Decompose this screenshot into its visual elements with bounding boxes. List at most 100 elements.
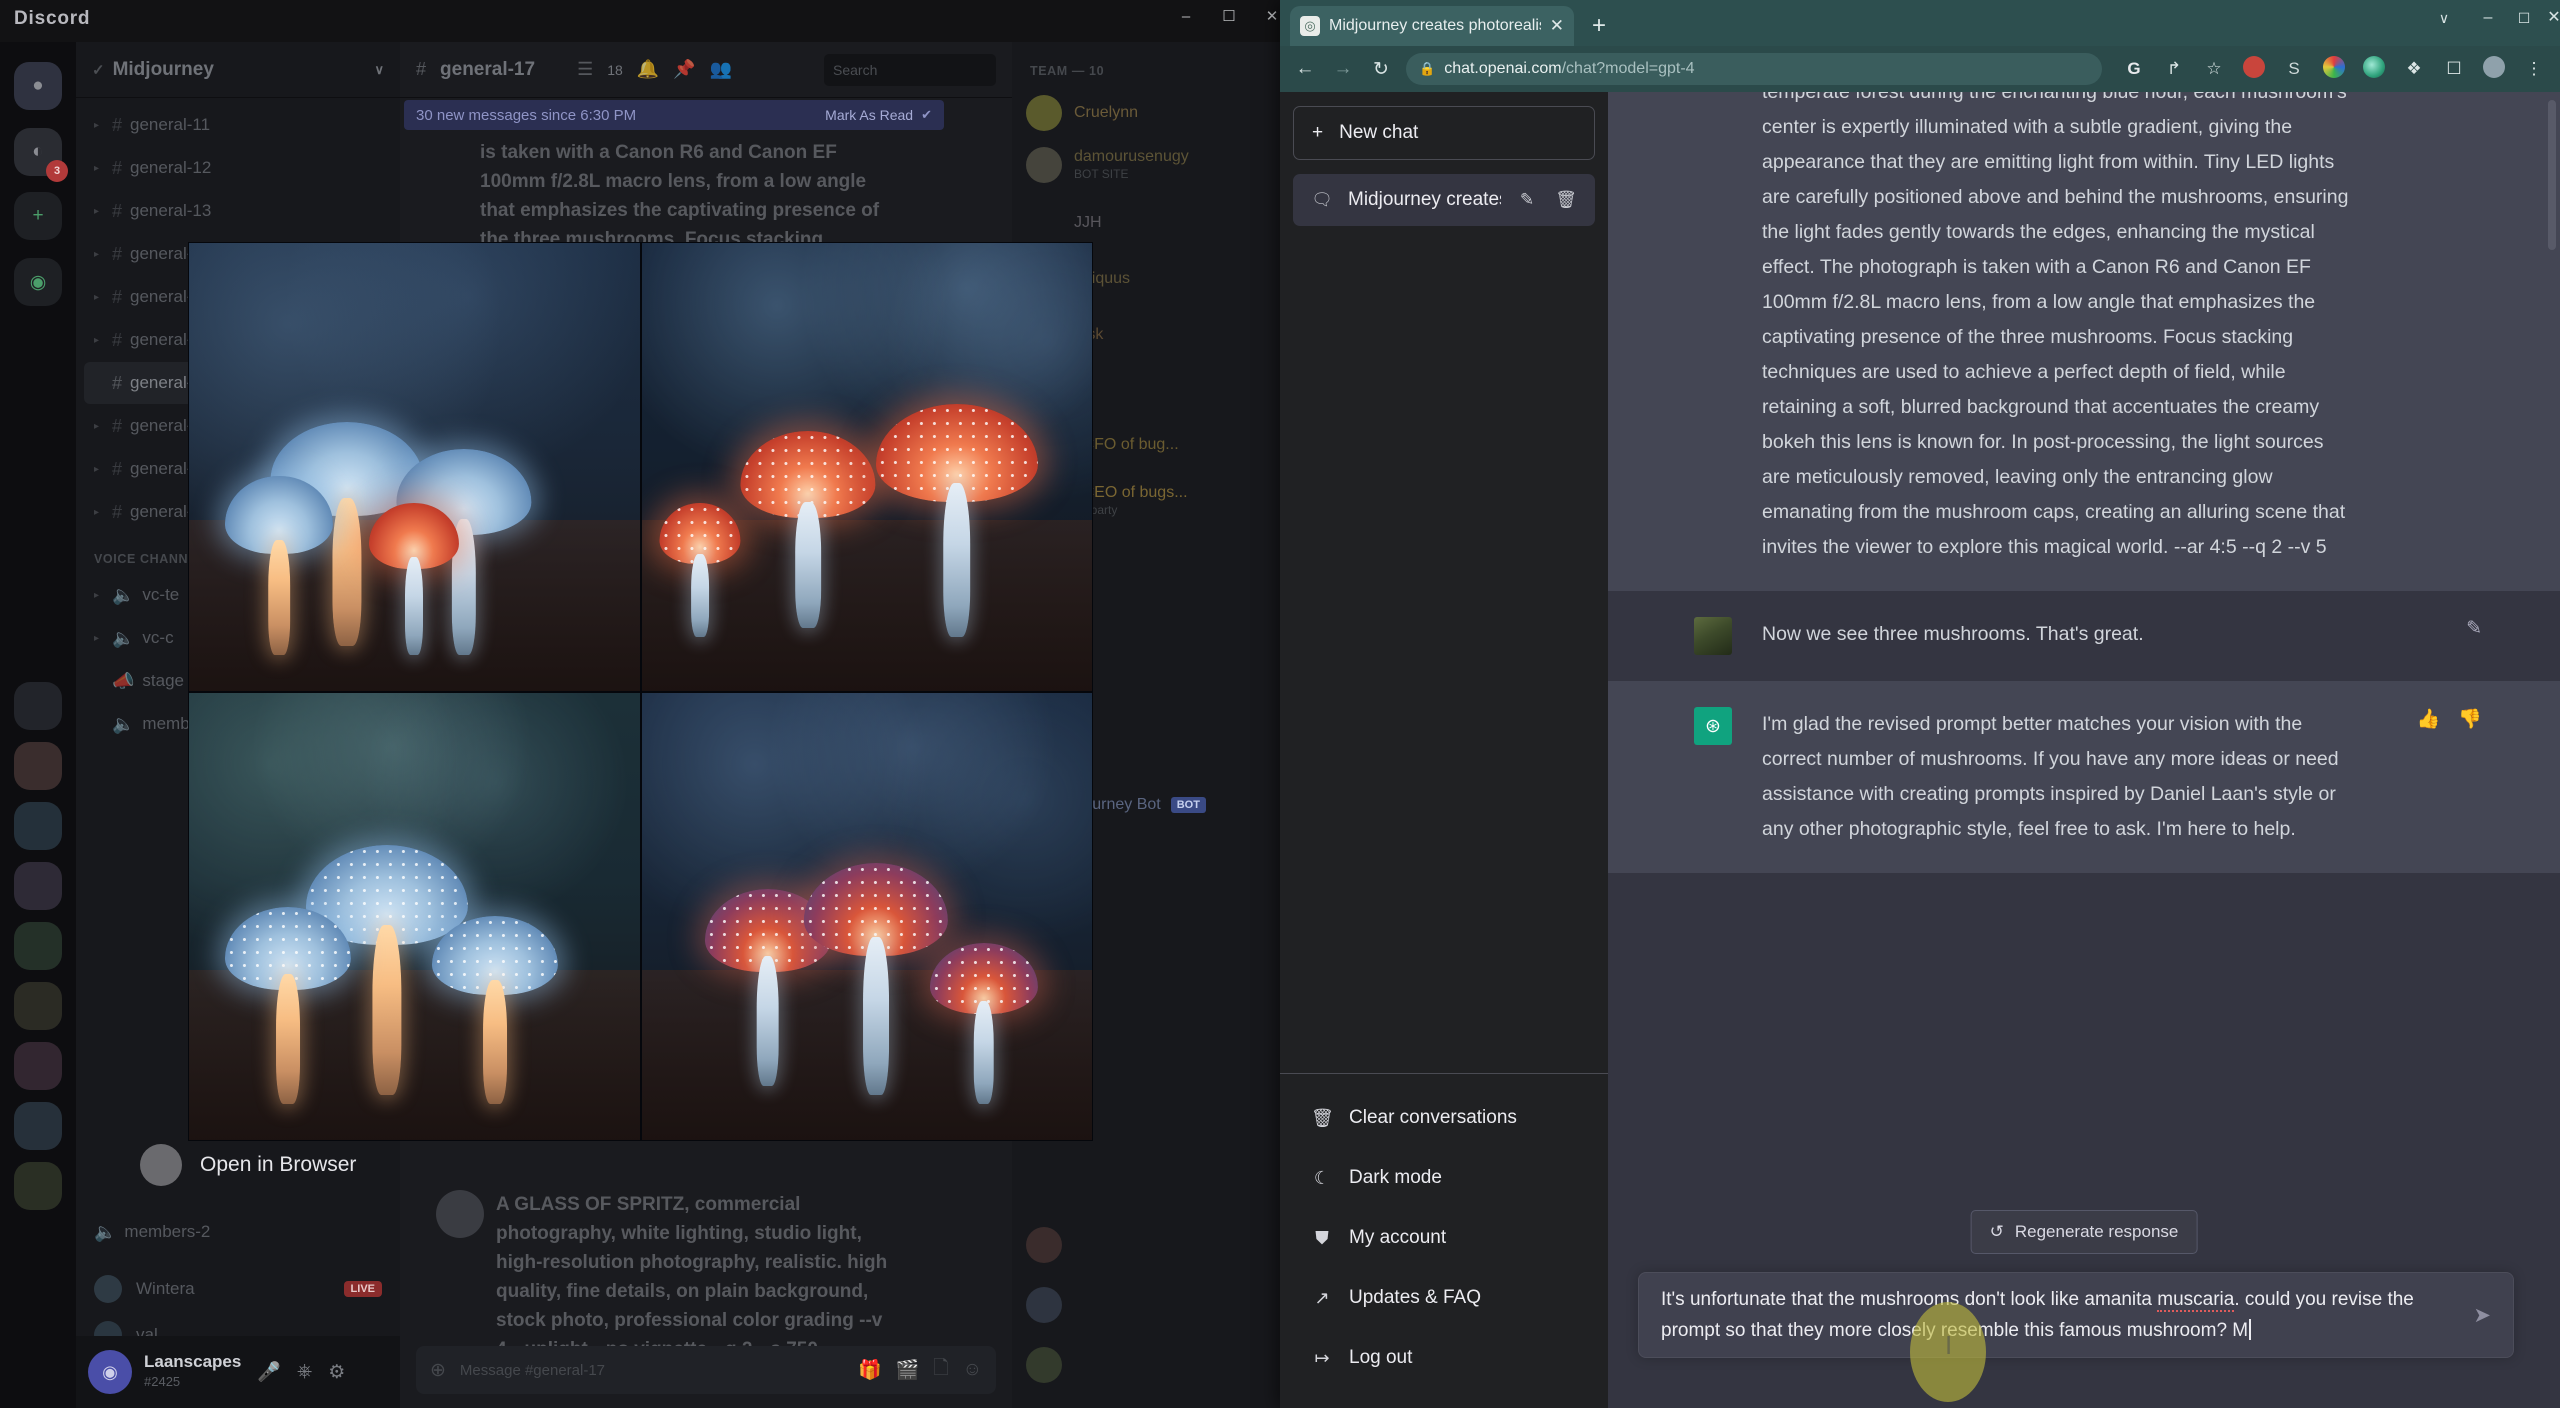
- add-server-button[interactable]: +: [14, 192, 62, 240]
- edit-icon[interactable]: ✎: [1514, 190, 1540, 210]
- channel-general-12[interactable]: ▸ # general-12: [84, 147, 392, 189]
- server-icon-extra-7[interactable]: [14, 1042, 62, 1090]
- server-icon-extra-4[interactable]: [14, 862, 62, 910]
- chevron-right-icon: ▸: [94, 205, 100, 217]
- forward-button[interactable]: →: [1330, 58, 1356, 80]
- midjourney-image-2[interactable]: [641, 243, 1092, 691]
- sidebar-item-my-account[interactable]: ⛊ My account: [1293, 1208, 1595, 1268]
- server-icon-extra-3[interactable]: [14, 802, 62, 850]
- server-icon-extra-1[interactable]: [14, 682, 62, 730]
- browser-tab[interactable]: ◎ Midjourney creates photorealistic ✕: [1290, 6, 1574, 46]
- plus-circle-icon[interactable]: ⊕: [430, 1359, 446, 1382]
- chevron-down-icon[interactable]: ∨: [2422, 4, 2466, 32]
- mark-as-read-button[interactable]: Mark As Read: [825, 107, 913, 123]
- discord-minimize-button[interactable]: –: [1166, 4, 1206, 30]
- member-row[interactable]: Cruelynn: [1026, 90, 1266, 136]
- members-icon[interactable]: 👥: [710, 59, 732, 80]
- channel-label: vc-te: [142, 585, 180, 604]
- new-messages-bar[interactable]: 30 new messages since 6:30 PM Mark As Re…: [404, 100, 944, 130]
- discord-close-button[interactable]: ✕: [1252, 4, 1280, 30]
- sidebar-item-updates-faq[interactable]: ↗ Updates & FAQ: [1293, 1268, 1595, 1328]
- member-row[interactable]: [1026, 1222, 1266, 1268]
- browser-close-button[interactable]: ✕: [2532, 4, 2560, 32]
- sidebar-item-clear-conversations[interactable]: 🗑 Clear conversations: [1293, 1088, 1595, 1148]
- discord-server-header[interactable]: ✓ Midjourney ∨: [76, 42, 400, 98]
- adblock-extension-icon[interactable]: [2240, 55, 2268, 83]
- reload-button[interactable]: ↻: [1368, 58, 1394, 81]
- emoji-icon[interactable]: ☺: [963, 1359, 982, 1381]
- channel-general-13[interactable]: ▸ # general-13: [84, 190, 392, 232]
- sidebar-item-dark-mode[interactable]: ☾ Dark mode: [1293, 1148, 1595, 1208]
- server-icon-extra-8[interactable]: [14, 1102, 62, 1150]
- server-icon-extra-5[interactable]: [14, 922, 62, 970]
- chevron-down-icon[interactable]: ∨: [374, 62, 384, 78]
- page-scrollbar[interactable]: [2548, 100, 2556, 250]
- avatar: [140, 1144, 182, 1186]
- threads-icon[interactable]: ☰: [577, 59, 593, 80]
- gif-icon[interactable]: 🎬: [896, 1358, 920, 1382]
- channel-general-11[interactable]: ▸ # general-11: [84, 104, 392, 146]
- microphone-icon[interactable]: 🎤: [257, 1360, 281, 1384]
- midjourney-image-3[interactable]: [189, 692, 640, 1140]
- headset-icon[interactable]: ⎈: [297, 1361, 312, 1383]
- message-user-1: Now we see three mushrooms. That's great…: [1608, 591, 2560, 681]
- explore-servers-button[interactable]: ◉: [14, 258, 62, 306]
- member-status: BOT SITE: [1074, 166, 1129, 181]
- avatar[interactable]: ◉: [88, 1350, 132, 1394]
- server-icon-extra-6[interactable]: [14, 982, 62, 1030]
- discord-composer[interactable]: ⊕ Message #general-17 🎁 🎬 🗋 ☺: [416, 1346, 996, 1394]
- server-icon-extra-2[interactable]: [14, 742, 62, 790]
- avatar[interactable]: [436, 1190, 484, 1238]
- send-button[interactable]: ➤: [2473, 1303, 2491, 1328]
- conversation-item-midjourney[interactable]: 🗨 Midjourney creates pho ✎ 🗑: [1293, 174, 1595, 226]
- color-picker-extension-icon[interactable]: [2320, 55, 2348, 83]
- close-icon[interactable]: ✕: [1550, 16, 1564, 36]
- server-icon-home[interactable]: ●: [14, 62, 62, 110]
- channel-label: general-12: [130, 158, 212, 177]
- back-button[interactable]: ←: [1292, 58, 1318, 80]
- live-badge: LIVE: [343, 1281, 382, 1297]
- chrome-menu-icon[interactable]: ⋮: [2520, 59, 2548, 79]
- server-icon-extra-9[interactable]: [14, 1162, 62, 1210]
- discord-search-input[interactable]: Search: [824, 53, 996, 86]
- sidebar-item-log-out[interactable]: ↦ Log out: [1293, 1328, 1595, 1388]
- midjourney-result-grid[interactable]: [189, 243, 1092, 1140]
- thumbs-up-icon[interactable]: 👍: [2417, 707, 2441, 847]
- midjourney-image-4[interactable]: [641, 692, 1092, 1140]
- grammar-extension-icon[interactable]: [2360, 55, 2388, 83]
- bell-icon[interactable]: 🔔: [637, 59, 659, 80]
- chatgpt-input-container[interactable]: It's unfortunate that the mushrooms don'…: [1638, 1272, 2514, 1358]
- input-text-part1: It's unfortunate that the mushrooms don'…: [1661, 1289, 2158, 1310]
- address-bar[interactable]: 🔒 chat.openai.com/chat?model=gpt-4: [1406, 53, 2102, 85]
- thumbs-down-icon[interactable]: 👎: [2458, 707, 2482, 847]
- speaker-icon: 🔈: [112, 584, 135, 605]
- message-text: I'm glad the revised prompt better match…: [1762, 713, 2339, 840]
- sticker-icon[interactable]: 🗋: [933, 1354, 948, 1386]
- new-chat-button[interactable]: + New chat: [1293, 106, 1595, 160]
- open-in-browser-row[interactable]: Open in Browser: [140, 1144, 356, 1186]
- discord-maximize-button[interactable]: ☐: [1209, 4, 1249, 30]
- member-row[interactable]: [1026, 1342, 1266, 1388]
- member-row[interactable]: [1026, 1282, 1266, 1328]
- midjourney-image-1[interactable]: [189, 243, 640, 691]
- regenerate-response-button[interactable]: ↺ Regenerate response: [1970, 1210, 2198, 1254]
- open-in-browser-label[interactable]: Open in Browser: [200, 1153, 356, 1177]
- member-row[interactable]: JJH: [1026, 200, 1266, 246]
- chatgpt-message-input[interactable]: It's unfortunate that the mushrooms don'…: [1661, 1284, 2459, 1346]
- sidepanel-icon[interactable]: ☐: [2440, 59, 2468, 79]
- voice-member-wintera[interactable]: Wintera LIVE: [84, 1268, 392, 1310]
- new-tab-button[interactable]: +: [1592, 12, 1606, 40]
- gift-icon[interactable]: 🎁: [858, 1358, 882, 1382]
- s-extension-icon[interactable]: S: [2280, 59, 2308, 79]
- google-lens-icon[interactable]: G: [2120, 59, 2148, 79]
- member-row[interactable]: damourusenugy BOT SITE: [1026, 142, 1266, 188]
- trash-icon[interactable]: 🗑: [1553, 190, 1579, 210]
- gear-icon[interactable]: ⚙: [328, 1361, 345, 1384]
- share-icon[interactable]: ↱: [2160, 59, 2188, 79]
- edit-message-icon[interactable]: ✎: [2466, 617, 2482, 655]
- bookmark-star-icon[interactable]: ☆: [2200, 59, 2228, 79]
- voice-members-row[interactable]: 🔈 members-2: [84, 1211, 392, 1253]
- profile-avatar-icon[interactable]: [2480, 55, 2508, 83]
- extensions-puzzle-icon[interactable]: ❖: [2400, 59, 2428, 79]
- pin-icon[interactable]: 📌: [673, 59, 695, 80]
